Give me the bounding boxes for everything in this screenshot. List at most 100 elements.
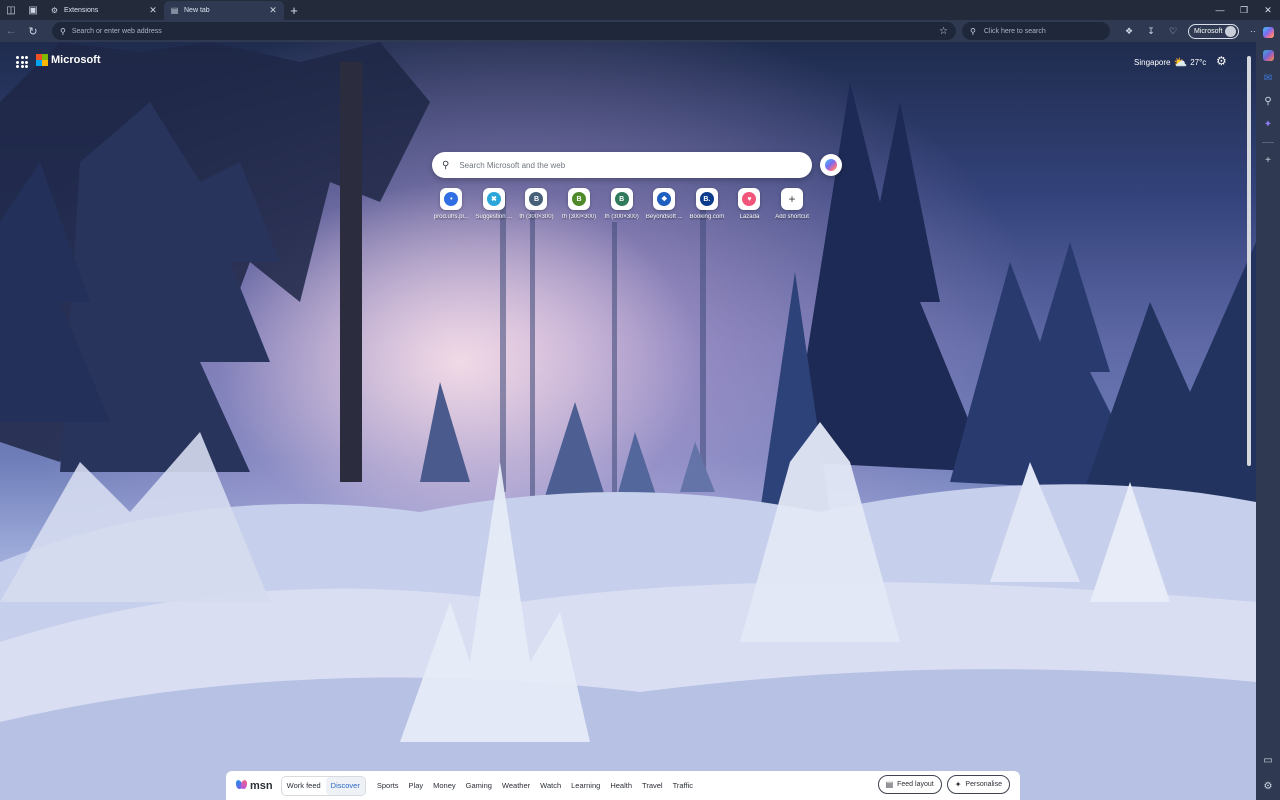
msn-nav-links: Sports Play Money Gaming Weather Watch Learnin…: [372, 781, 698, 790]
toolbar-search-placeholder: Click here to search: [983, 27, 1046, 35]
shortcut-tile[interactable]: ✖: [482, 188, 505, 210]
shortcut-item[interactable]: Bth (300×300): [558, 188, 601, 220]
close-tab-icon[interactable]: ✕: [148, 5, 158, 16]
scrollbar-thumb[interactable]: [1247, 56, 1251, 466]
nav-link-money[interactable]: Money: [428, 781, 461, 790]
shortcut-item[interactable]: ♥ Lazada: [728, 188, 771, 220]
web-search-box[interactable]: ⚲ Search Microsoft and the web: [432, 152, 812, 178]
shortcut-item[interactable]: Bth (300×300): [515, 188, 558, 220]
partly-cloudy-icon: ⛅: [1173, 57, 1188, 69]
back-arrow-icon[interactable]: ←: [0, 20, 22, 42]
shortcut-tile[interactable]: ♥: [738, 188, 761, 210]
personalise-button[interactable]: ✦ Personalise: [946, 775, 1010, 794]
favorite-star-icon[interactable]: ☆: [939, 26, 948, 37]
close-tab-icon[interactable]: ✕: [268, 5, 278, 16]
outlook-icon[interactable]: ✉: [1258, 68, 1278, 88]
site-favicon-icon: •: [444, 192, 459, 206]
address-placeholder: Search or enter web address: [71, 27, 162, 35]
copilot-pro-icon[interactable]: [1258, 45, 1278, 65]
nav-link-weather[interactable]: Weather: [497, 781, 535, 790]
nav-link-learning[interactable]: Learning: [566, 781, 605, 790]
layout-icon: ▤: [885, 780, 894, 789]
new-tab-button[interactable]: +: [284, 0, 304, 20]
app-launcher-icon[interactable]: [16, 56, 28, 68]
sidebar-settings-icon[interactable]: ⚙: [1258, 776, 1278, 796]
shortcut-label: Suggestion ...: [475, 214, 513, 220]
address-bar[interactable]: ⚲ Search or enter web address ☆: [52, 22, 956, 40]
shortcut-tile[interactable]: B: [610, 188, 633, 210]
shortcut-item[interactable]: ✖ Suggestion ...: [473, 188, 516, 220]
copilot-icon[interactable]: [1258, 22, 1278, 42]
tab-extensions[interactable]: ⚙ Extensions ✕: [44, 1, 164, 20]
shortcut-label: Beyondsoft ...: [645, 214, 683, 220]
copilot-icon: [825, 159, 837, 171]
shortcut-item[interactable]: ❖ Beyondsoft ...: [643, 188, 686, 220]
tab-label: Extensions: [64, 7, 99, 14]
shortcut-label: th (300×300): [519, 214, 554, 220]
shortcut-item[interactable]: • prod.ufrs.pl...: [430, 188, 473, 220]
page-scrollbar[interactable]: [1246, 44, 1252, 800]
shortcut-label: Add shortcut: [775, 214, 809, 220]
profile-button[interactable]: Microsoft: [1188, 23, 1240, 39]
restore-icon[interactable]: ❐: [1232, 0, 1256, 20]
microsoft-logo[interactable]: Microsoft: [36, 54, 101, 66]
workspaces-icon[interactable]: ◫: [0, 0, 22, 20]
feed-layout-button[interactable]: ▤ Feed layout: [877, 775, 942, 794]
msn-logo[interactable]: msn: [234, 779, 273, 792]
search-placeholder: Search Microsoft and the web: [459, 160, 566, 170]
personalise-label: Personalise: [965, 781, 1002, 788]
profile-label: Microsoft: [1194, 27, 1223, 35]
shortcut-tile[interactable]: ❖: [653, 188, 676, 210]
msn-logo-text: msn: [250, 779, 273, 792]
close-window-icon[interactable]: ✕: [1256, 0, 1280, 20]
shortcut-tile[interactable]: B.: [695, 188, 718, 210]
window-controls: — ❐ ✕: [1208, 0, 1280, 20]
shortcut-tile[interactable]: B: [568, 188, 591, 210]
tab-label: New tab: [184, 7, 210, 14]
tab-actions-icon[interactable]: ▣: [22, 0, 44, 20]
downloads-icon[interactable]: ↧: [1140, 20, 1162, 42]
browser-essentials-icon[interactable]: ♡: [1162, 20, 1184, 42]
extensions-puzzle-icon[interactable]: ❖: [1118, 20, 1140, 42]
shortcut-item[interactable]: + Add shortcut: [771, 188, 814, 220]
minimize-icon[interactable]: —: [1208, 0, 1232, 20]
designer-icon[interactable]: ✦: [1258, 114, 1278, 134]
sidebar-divider: [1262, 142, 1274, 143]
add-app-icon[interactable]: +: [1258, 150, 1278, 170]
site-favicon-icon: B.: [699, 192, 714, 206]
edge-sidebar: ✉ ⚲ ✦ + ▭ ⚙: [1256, 20, 1280, 800]
quick-links: • prod.ufrs.pl... ✖ Suggestion ... Bth (300×…: [430, 188, 813, 220]
nav-link-gaming[interactable]: Gaming: [461, 781, 497, 790]
shortcut-item[interactable]: Bth (300×300): [600, 188, 643, 220]
search-icon: ⚲: [60, 26, 66, 36]
extensions-icon: ⚙: [50, 6, 59, 15]
site-favicon-icon: ❖: [657, 192, 672, 206]
nav-link-sports[interactable]: Sports: [372, 781, 404, 790]
msn-feed-bar: msn Work feed Discover Sports Play Money Ga…: [226, 771, 1020, 800]
nav-link-watch[interactable]: Watch: [535, 781, 566, 790]
tab-work-feed[interactable]: Work feed: [282, 777, 326, 795]
search-icon[interactable]: ⚲: [1258, 91, 1278, 111]
tab-new-tab[interactable]: ▤ New tab ✕: [164, 1, 284, 20]
nav-link-traffic[interactable]: Traffic: [668, 781, 698, 790]
newtab-page-icon: ▤: [170, 6, 179, 15]
copilot-button[interactable]: [820, 154, 842, 176]
shortcut-tile[interactable]: +: [781, 188, 804, 210]
title-bar: ◫ ▣ ⚙ Extensions ✕ ▤ New tab ✕ + — ❐ ✕: [0, 0, 1280, 20]
add-shortcut-icon: +: [785, 192, 800, 206]
nav-link-travel[interactable]: Travel: [637, 781, 668, 790]
shortcut-label: Lazada: [739, 214, 760, 220]
tab-discover[interactable]: Discover: [325, 776, 365, 795]
nav-link-health[interactable]: Health: [605, 781, 637, 790]
shortcut-item[interactable]: B. Booking.com: [686, 188, 729, 220]
nav-link-play[interactable]: Play: [404, 781, 429, 790]
search-icon: ⚲: [442, 159, 450, 171]
toolbar-search-box[interactable]: ⚲ Click here to search: [962, 22, 1110, 40]
shortcut-tile[interactable]: •: [440, 188, 463, 210]
shortcut-tile[interactable]: B: [525, 188, 548, 210]
refresh-icon[interactable]: ↻: [22, 20, 44, 42]
weather-temperature: 27°c: [1190, 58, 1207, 67]
weather-widget[interactable]: Singapore ⛅ 27°c: [1134, 56, 1206, 69]
drop-icon[interactable]: ▭: [1258, 750, 1278, 770]
settings-gear-icon[interactable]: ⚙: [1216, 54, 1227, 68]
